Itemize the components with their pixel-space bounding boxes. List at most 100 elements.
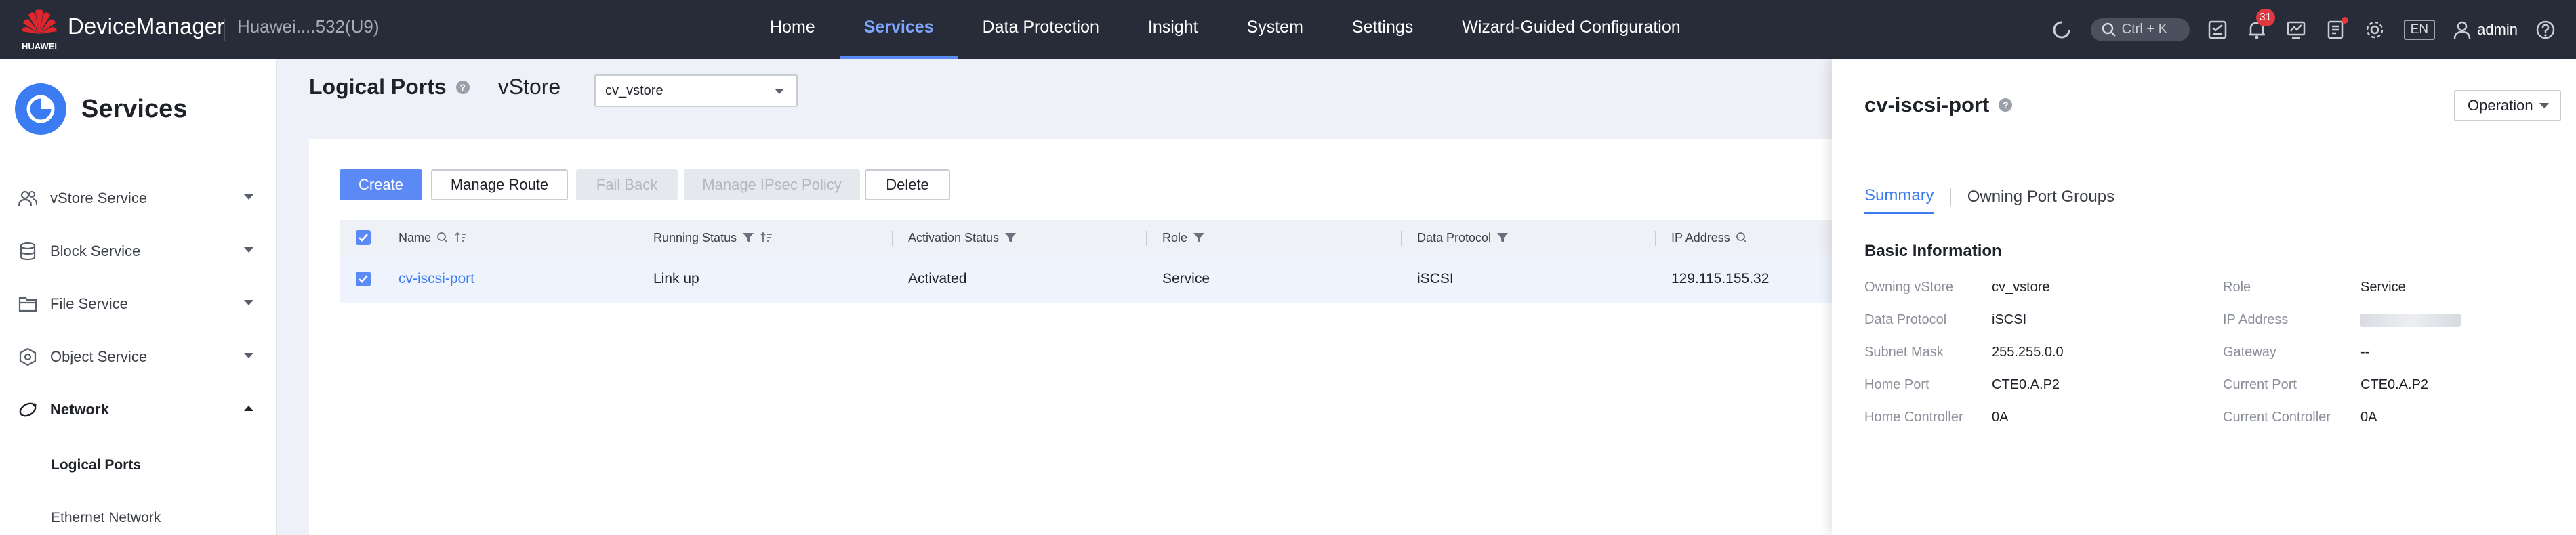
task-icon[interactable]	[2206, 18, 2229, 41]
operation-dropdown[interactable]: Operation	[2454, 90, 2561, 121]
nav-settings[interactable]: Settings	[1328, 0, 1437, 59]
network-icon	[16, 398, 39, 421]
filter-icon[interactable]	[1004, 232, 1017, 244]
vstore-select[interactable]: cv_vstore	[594, 74, 798, 107]
column-divider[interactable]	[1146, 231, 1147, 246]
tab-owning-port-groups[interactable]: Owning Port Groups	[1967, 188, 2114, 213]
sidebar-item-vstore-service[interactable]: vStore Service	[16, 185, 253, 212]
table-row[interactable]: cv-iscsi-port Link up Activated Service …	[340, 255, 1834, 303]
field-owning-vstore: Owning vStore cv_vstore	[1864, 280, 2050, 295]
vstore-label: vStore	[497, 74, 561, 99]
brand-word: HUAWEI	[22, 41, 57, 51]
nav-system[interactable]: System	[1223, 0, 1328, 59]
tab-divider	[1950, 188, 1951, 206]
device-name[interactable]: Huawei....532(U9)	[237, 16, 380, 37]
vstore-select-value: cv_vstore	[605, 83, 663, 98]
chevron-down-icon	[244, 300, 253, 305]
huawei-logo: HUAWEI	[19, 7, 60, 51]
tab-summary[interactable]: Summary	[1864, 186, 1934, 214]
chevron-down-icon	[2539, 103, 2549, 108]
activation-status-cell: Activated	[908, 271, 967, 286]
gear-icon[interactable]	[2363, 18, 2386, 41]
sidebar-item-block-service[interactable]: Block Service	[16, 238, 253, 265]
nav-wizard[interactable]: Wizard-Guided Configuration	[1437, 0, 1704, 59]
field-subnet-mask: Subnet Mask 255.255.0.0	[1864, 345, 2064, 360]
refresh-icon[interactable]	[2050, 18, 2073, 41]
logical-ports-table: Name Running Status Activation Status Ro…	[340, 220, 1834, 303]
operation-label: Operation	[2468, 97, 2533, 114]
sort-icon[interactable]	[760, 232, 773, 244]
search-shortcut: Ctrl + K	[2121, 22, 2167, 37]
sidebar-subitem-ethernet-network[interactable]: Ethernet Network	[51, 510, 161, 526]
help-icon[interactable]: ?	[1999, 98, 2013, 112]
role-cell: Service	[1162, 271, 1210, 286]
chevron-down-icon	[244, 194, 253, 200]
redacted-ip-address	[2360, 313, 2461, 327]
nav-home[interactable]: Home	[745, 0, 840, 59]
delete-button[interactable]: Delete	[865, 169, 950, 200]
nav-data-protection[interactable]: Data Protection	[958, 0, 1124, 59]
running-status-cell: Link up	[653, 271, 699, 286]
sidebar-item-label: Object Service	[50, 348, 148, 365]
nav-services[interactable]: Services	[839, 0, 958, 59]
document-icon[interactable]	[2324, 16, 2348, 41]
language-switch[interactable]: EN	[2403, 19, 2436, 40]
port-name-link[interactable]: cv-iscsi-port	[398, 255, 474, 303]
object-icon	[16, 345, 39, 368]
manage-route-button[interactable]: Manage Route	[431, 169, 568, 200]
services-logo-icon	[15, 83, 66, 135]
panel-tabs: Summary Owning Port Groups	[1864, 186, 2114, 214]
sort-icon[interactable]	[454, 232, 468, 244]
create-button[interactable]: Create	[340, 169, 422, 200]
sidebar-item-label: vStore Service	[50, 190, 148, 207]
filter-icon[interactable]	[1193, 232, 1205, 244]
manage-ipsec-policy-button[interactable]: Manage IPsec Policy	[684, 169, 860, 200]
global-search[interactable]: Ctrl + K	[2090, 18, 2190, 41]
help-icon[interactable]: ?	[455, 80, 470, 94]
field-current-port: Current Port CTE0.A.P2	[2223, 377, 2429, 392]
toolbar: Ctrl + K 31 EN admin	[2034, 0, 2557, 59]
sidebar-item-label: Block Service	[50, 242, 141, 259]
column-divider[interactable]	[1655, 231, 1656, 246]
sidebar-item-file-service[interactable]: File Service	[16, 291, 253, 318]
notification-dot	[2341, 16, 2348, 24]
sidebar-item-network[interactable]: Network	[16, 396, 253, 423]
ip-address-cell: 129.115.155.32	[1671, 271, 1770, 286]
page-title: Logical Ports	[309, 74, 447, 99]
filter-icon[interactable]	[742, 232, 754, 244]
folder-icon	[16, 293, 39, 316]
filter-icon[interactable]	[1496, 232, 1509, 244]
sidebar-subitem-logical-ports[interactable]: Logical Ports	[51, 457, 141, 473]
users-icon	[16, 187, 39, 210]
logical-ports-card: Create Manage Route Fail Back Manage IPs…	[309, 139, 1834, 535]
column-header-data-protocol: Data Protocol	[1417, 220, 1509, 255]
column-header-name: Name	[398, 220, 468, 255]
fail-back-button[interactable]: Fail Back	[576, 169, 678, 200]
search-icon[interactable]	[436, 232, 449, 244]
select-all-checkbox[interactable]	[356, 220, 371, 255]
sidebar-item-label: Network	[50, 401, 109, 418]
help-icon[interactable]	[2534, 18, 2557, 41]
monitor-icon[interactable]	[2285, 18, 2308, 41]
user-menu[interactable]: admin	[2453, 20, 2518, 39]
top-bar: HUAWEI DeviceManager Huawei....532(U9) H…	[0, 0, 2576, 59]
sidebar-item-label: File Service	[50, 295, 128, 312]
chevron-up-icon	[244, 406, 253, 411]
bell-icon[interactable]: 31	[2245, 8, 2275, 41]
field-current-controller: Current Controller 0A	[2223, 410, 2377, 425]
field-home-port: Home Port CTE0.A.P2	[1864, 377, 2060, 392]
app-title: DeviceManager	[68, 14, 225, 39]
field-data-protocol: Data Protocol iSCSI	[1864, 312, 2027, 327]
nav-insight[interactable]: Insight	[1124, 0, 1223, 59]
divider	[224, 19, 225, 41]
search-icon[interactable]	[1736, 232, 1748, 244]
sidebar-item-object-service[interactable]: Object Service	[16, 343, 253, 370]
column-header-ip-address: IP Address	[1671, 220, 1748, 255]
data-protocol-cell: iSCSI	[1417, 271, 1454, 286]
field-ip-address: IP Address	[2223, 312, 2461, 328]
user-icon	[2453, 21, 2471, 39]
row-checkbox[interactable]	[356, 255, 371, 303]
column-divider[interactable]	[1401, 231, 1402, 246]
field-home-controller: Home Controller 0A	[1864, 410, 2009, 425]
column-divider[interactable]	[892, 231, 893, 246]
